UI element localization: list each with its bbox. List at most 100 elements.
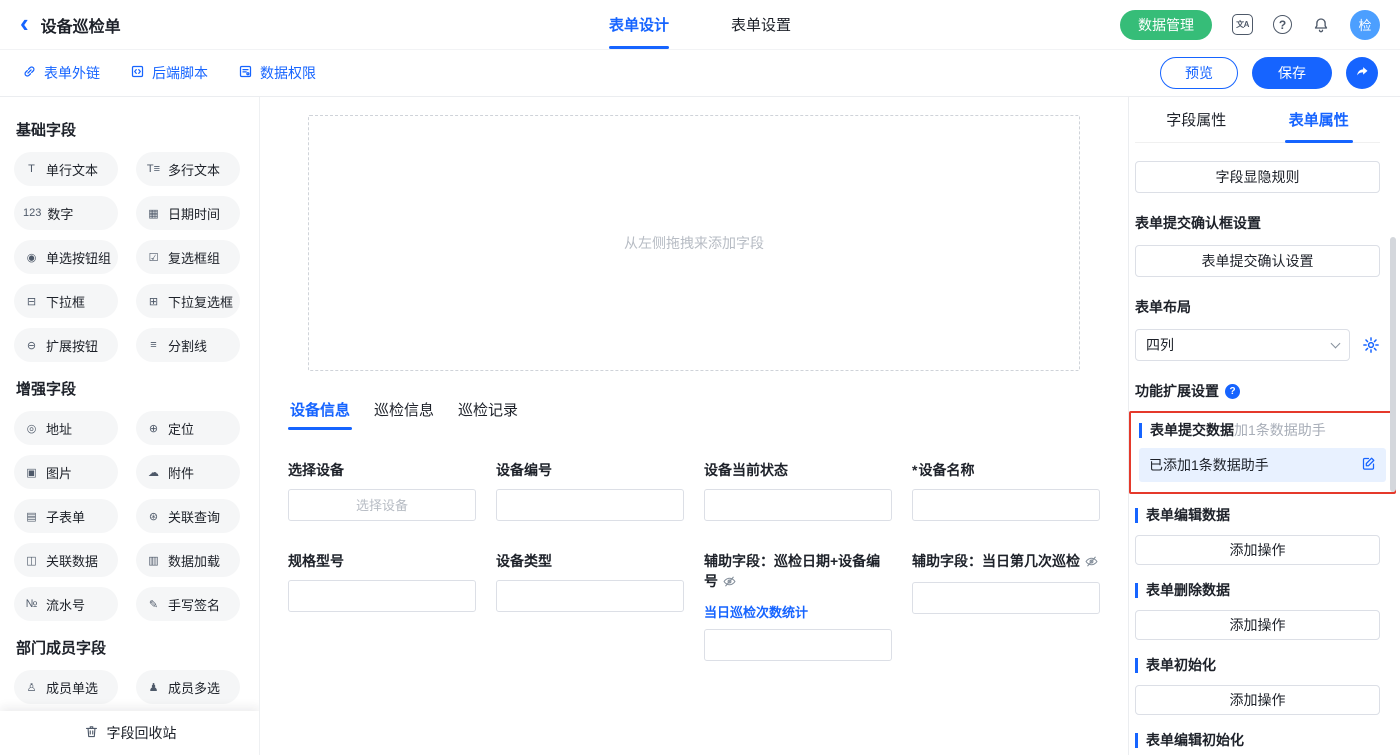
notification-bell-icon[interactable] xyxy=(1312,16,1330,34)
add-action-button[interactable]: 添加操作 xyxy=(1135,685,1380,715)
location-icon: ⊕ xyxy=(145,422,162,435)
edit-icon[interactable] xyxy=(1361,456,1376,474)
field-device-name[interactable]: *设备名称 xyxy=(912,460,1100,521)
device-status-input[interactable] xyxy=(704,489,892,521)
field-aux-times[interactable]: 辅助字段：当日第几次巡检 xyxy=(912,551,1100,614)
field-item-data-load[interactable]: ▥数据加载 xyxy=(136,543,240,577)
field-recycle-bin[interactable]: 字段回收站 xyxy=(0,711,260,755)
section-basic-fields: 基础字段 xyxy=(16,119,245,140)
field-item-image[interactable]: ▣图片 xyxy=(14,455,118,489)
field-item-serial-number[interactable]: №流水号 xyxy=(14,587,118,621)
add-action-button[interactable]: 添加操作 xyxy=(1135,535,1380,565)
field-item-checkbox-group[interactable]: ☑复选框组 xyxy=(136,240,240,274)
multi-line-text-icon: T≡ xyxy=(145,163,162,175)
share-button[interactable] xyxy=(1346,57,1378,89)
field-device-type[interactable]: 设备类型 xyxy=(496,551,684,612)
divider-icon: ≡ xyxy=(145,339,162,351)
field-item-extend-button[interactable]: ⊖扩展按钮 xyxy=(14,328,118,362)
page-title: 设备巡检单 xyxy=(41,13,121,37)
tab-form-design[interactable]: 表单设计 xyxy=(609,0,669,49)
layout-settings-gear-icon[interactable] xyxy=(1362,336,1380,354)
tab-form-settings[interactable]: 表单设置 xyxy=(731,0,791,49)
tab-device-info[interactable]: 设备信息 xyxy=(288,399,352,430)
data-load-icon: ▥ xyxy=(145,554,162,567)
form-dropzone[interactable]: 从左侧拖拽来添加字段 xyxy=(308,115,1080,371)
field-item-single-line-text[interactable]: T单行文本 xyxy=(14,152,118,186)
field-item-linked-data[interactable]: ◫关联数据 xyxy=(14,543,118,577)
number-icon: 123 xyxy=(23,207,41,219)
help-icon[interactable]: ? xyxy=(1273,15,1292,34)
daily-count-stat-link[interactable]: 当日巡检次数统计 xyxy=(704,602,892,621)
form-field-grid: 选择设备 设备编号 设备当前状态 *设备名称 规格型号 xyxy=(288,460,1100,661)
tab-inspect-info[interactable]: 巡检信息 xyxy=(372,399,436,430)
signature-icon: ✎ xyxy=(145,598,162,611)
form-toolbar: 表单外链 后端脚本 数据权限 预览 保存 xyxy=(0,50,1400,97)
field-visibility-rules-button[interactable]: 字段显隐规则 xyxy=(1135,161,1380,193)
data-assistant-entry[interactable]: 已添加1条数据助手 xyxy=(1139,448,1386,482)
user-avatar[interactable]: 检 xyxy=(1350,10,1380,40)
extension-settings-row: 功能扩展设置 ? xyxy=(1135,381,1380,401)
back-icon[interactable]: ‹ xyxy=(20,10,29,36)
field-item-address[interactable]: ◎地址 xyxy=(14,411,118,445)
field-item-signature[interactable]: ✎手写签名 xyxy=(136,587,240,621)
field-item-attachment[interactable]: ☁附件 xyxy=(136,455,240,489)
spec-model-input[interactable] xyxy=(288,580,476,612)
field-item-multi-select[interactable]: ⊞下拉复选框 xyxy=(136,284,240,318)
field-item-radio-group[interactable]: ◉单选按钮组 xyxy=(14,240,118,274)
external-link-button[interactable]: 表单外链 xyxy=(22,63,100,83)
data-manage-button[interactable]: 数据管理 xyxy=(1120,10,1212,40)
preview-button[interactable]: 预览 xyxy=(1160,57,1238,89)
image-icon: ▣ xyxy=(23,466,40,479)
field-item-divider[interactable]: ≡分割线 xyxy=(136,328,240,362)
radio-icon: ◉ xyxy=(23,251,40,264)
device-no-input[interactable] xyxy=(496,489,684,521)
device-name-input[interactable] xyxy=(912,489,1100,521)
backend-script-button[interactable]: 后端脚本 xyxy=(130,63,208,83)
save-button[interactable]: 保存 xyxy=(1252,57,1332,89)
submit-confirm-settings-button[interactable]: 表单提交确认设置 xyxy=(1135,245,1380,277)
eye-off-icon[interactable] xyxy=(723,573,736,593)
field-label: 选择设备 xyxy=(288,460,476,480)
extension-settings-title: 功能扩展设置 xyxy=(1135,381,1219,401)
field-item-select[interactable]: ⊟下拉框 xyxy=(14,284,118,318)
field-device-no[interactable]: 设备编号 xyxy=(496,460,684,521)
field-item-number[interactable]: 123数字 xyxy=(14,196,118,230)
field-device-status[interactable]: 设备当前状态 xyxy=(704,460,892,521)
field-item-member-single[interactable]: ♙成员单选 xyxy=(14,670,118,704)
device-type-input[interactable] xyxy=(496,580,684,612)
section-form-edit-init: 表单编辑初始化 添加操作 xyxy=(1135,733,1380,755)
field-library-sidebar: 基础字段 T单行文本 T≡多行文本 123数字 ▦日期时间 ◉单选按钮组 ☑复选… xyxy=(0,97,260,755)
field-label: 设备当前状态 xyxy=(704,460,892,480)
field-item-location[interactable]: ⊕定位 xyxy=(136,411,240,445)
select-device-input[interactable] xyxy=(288,489,476,521)
extension-help-icon[interactable]: ? xyxy=(1225,384,1240,399)
submit-confirm-title: 表单提交确认框设置 xyxy=(1135,213,1380,233)
field-item-multi-line-text[interactable]: T≡多行文本 xyxy=(136,152,240,186)
field-select-device[interactable]: 选择设备 xyxy=(288,460,476,521)
panel-scrollbar[interactable] xyxy=(1390,237,1396,492)
field-item-datetime[interactable]: ▦日期时间 xyxy=(136,196,240,230)
field-aux-date-no[interactable]: 辅助字段：巡检日期+设备编号 当日巡检次数统计 xyxy=(704,551,892,661)
tab-form-properties[interactable]: 表单属性 xyxy=(1258,97,1381,142)
eye-off-icon[interactable] xyxy=(1085,553,1098,573)
form-layout-select[interactable]: 四列 xyxy=(1135,329,1350,361)
aux-date-no-input[interactable] xyxy=(704,629,892,661)
submit-data-title-row: 表单提交数据 加1条数据助手 xyxy=(1139,420,1386,440)
language-icon[interactable]: 文A xyxy=(1232,14,1253,35)
subform-icon: ▤ xyxy=(23,510,40,523)
field-item-member-multi[interactable]: ♟成员多选 xyxy=(136,670,240,704)
tab-inspect-record[interactable]: 巡检记录 xyxy=(456,399,520,430)
linked-data-icon: ◫ xyxy=(23,554,40,567)
aux-times-input[interactable] xyxy=(912,582,1100,614)
checkbox-icon: ☑ xyxy=(145,251,162,264)
field-label: 设备类型 xyxy=(496,551,684,571)
field-item-subform[interactable]: ▤子表单 xyxy=(14,499,118,533)
data-permission-button[interactable]: 数据权限 xyxy=(238,63,316,83)
attachment-icon: ☁ xyxy=(145,466,162,479)
form-layout-row: 四列 xyxy=(1135,329,1380,361)
assistant-value: 已添加1条数据助手 xyxy=(1149,455,1269,475)
tab-field-properties[interactable]: 字段属性 xyxy=(1135,97,1258,142)
add-action-button[interactable]: 添加操作 xyxy=(1135,610,1380,640)
field-item-linked-query[interactable]: ⊛关联查询 xyxy=(136,499,240,533)
field-spec-model[interactable]: 规格型号 xyxy=(288,551,476,612)
